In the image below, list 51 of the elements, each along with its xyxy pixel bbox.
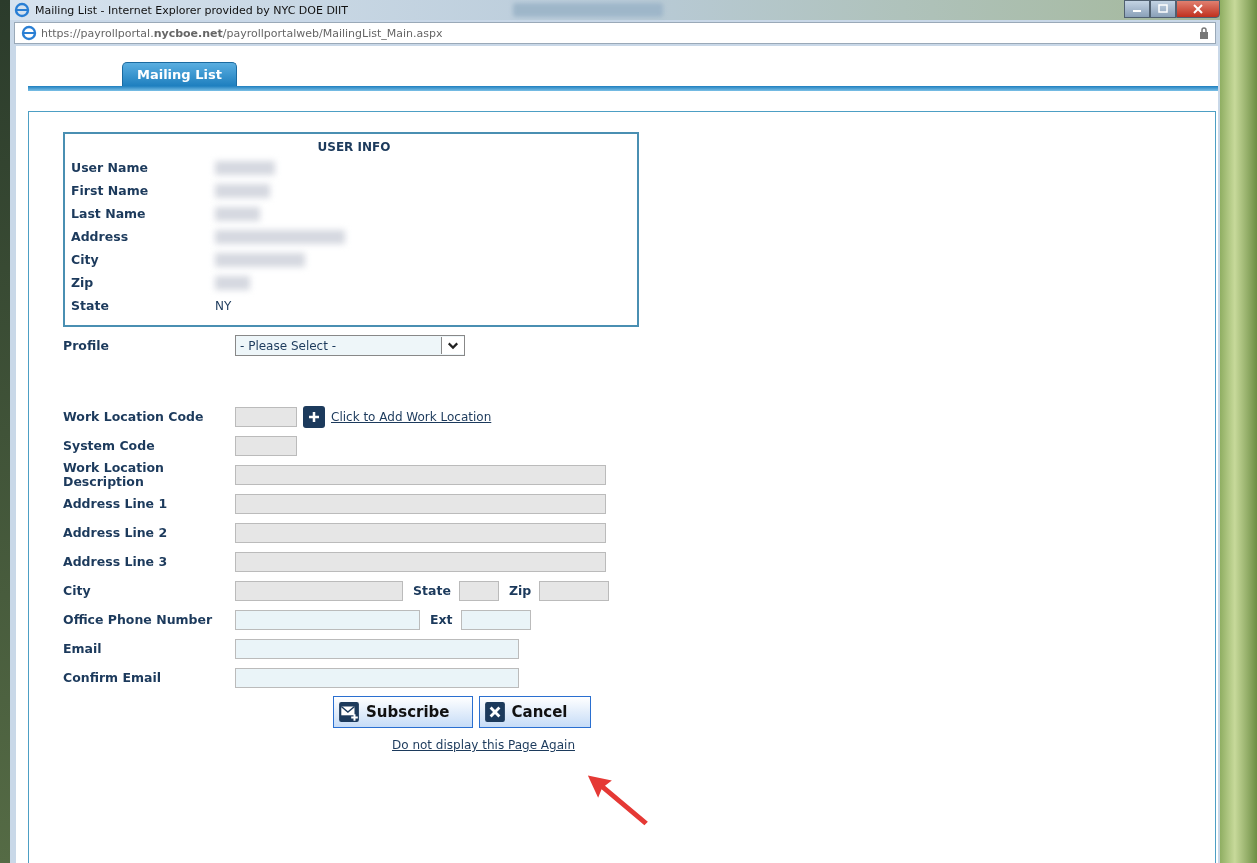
field-label: City [71,252,100,267]
field-label: Last Name [71,206,147,221]
blurred-value [215,183,270,198]
field-label: City [63,583,92,598]
field-label: State [412,583,452,598]
blurred-value [215,275,250,290]
input-field[interactable] [235,667,519,688]
lock-icon [1199,27,1209,39]
field-label: Confirm Email [63,670,163,685]
field-label: Zip [507,583,533,598]
blurred-value [215,206,260,221]
input-field[interactable] [235,609,420,630]
browser-icon [14,2,30,18]
field-label: Profile [63,338,110,353]
plus-icon [308,410,320,423]
cancel-button[interactable]: Cancel [478,696,591,728]
input-field[interactable] [235,638,519,659]
input-field[interactable] [460,609,531,630]
field-label: First Name [71,183,150,198]
blurred-value [215,160,275,175]
do-not-display-link[interactable]: Do not display this Page Again [392,738,575,752]
section-title: USER INFO [316,140,392,154]
field-label: Address Line 3 [63,554,169,569]
field-label: Address Line 2 [63,525,169,540]
close-icon [483,701,506,723]
add-button[interactable] [303,405,325,428]
add-location-link[interactable]: Click to Add Work Location [331,409,492,424]
url-text: https://payrollportal.nycboe.net/payrollportalweb/MailingList_Main.aspx [41,26,443,40]
envelope-plus-icon [338,701,360,723]
field-label: Address Line 1 [63,496,169,511]
field-label: System Code [63,438,156,453]
close-button[interactable] [1176,0,1220,18]
browser-icon [21,25,37,41]
close-icon [1193,4,1203,14]
field-label: Email [63,641,103,656]
field-label: Address [71,229,130,244]
field-value: NY [215,298,232,313]
field-label: Work Location Code [63,409,205,424]
address-bar[interactable]: https://payrollportal.nycboe.net/payrollportalweb/MailingList_Main.aspx [14,22,1216,44]
subscribe-button[interactable]: Subscribe [333,696,473,728]
field-label: Office Phone Number [63,612,214,627]
maximize-button[interactable] [1150,0,1176,18]
maximize-icon [1158,4,1168,14]
profile-dropdown[interactable]: - Please Select - [235,335,465,356]
field-label: Zip [71,275,95,290]
minimize-button[interactable] [1124,0,1150,18]
field-label: State [71,298,110,313]
field-label: User Name [71,160,149,175]
field-label: Ext [429,612,454,627]
window-title: Mailing List - Internet Explorer provided by NYC DOE DIIT [35,3,349,17]
field-label: Work Location Description [63,460,165,489]
